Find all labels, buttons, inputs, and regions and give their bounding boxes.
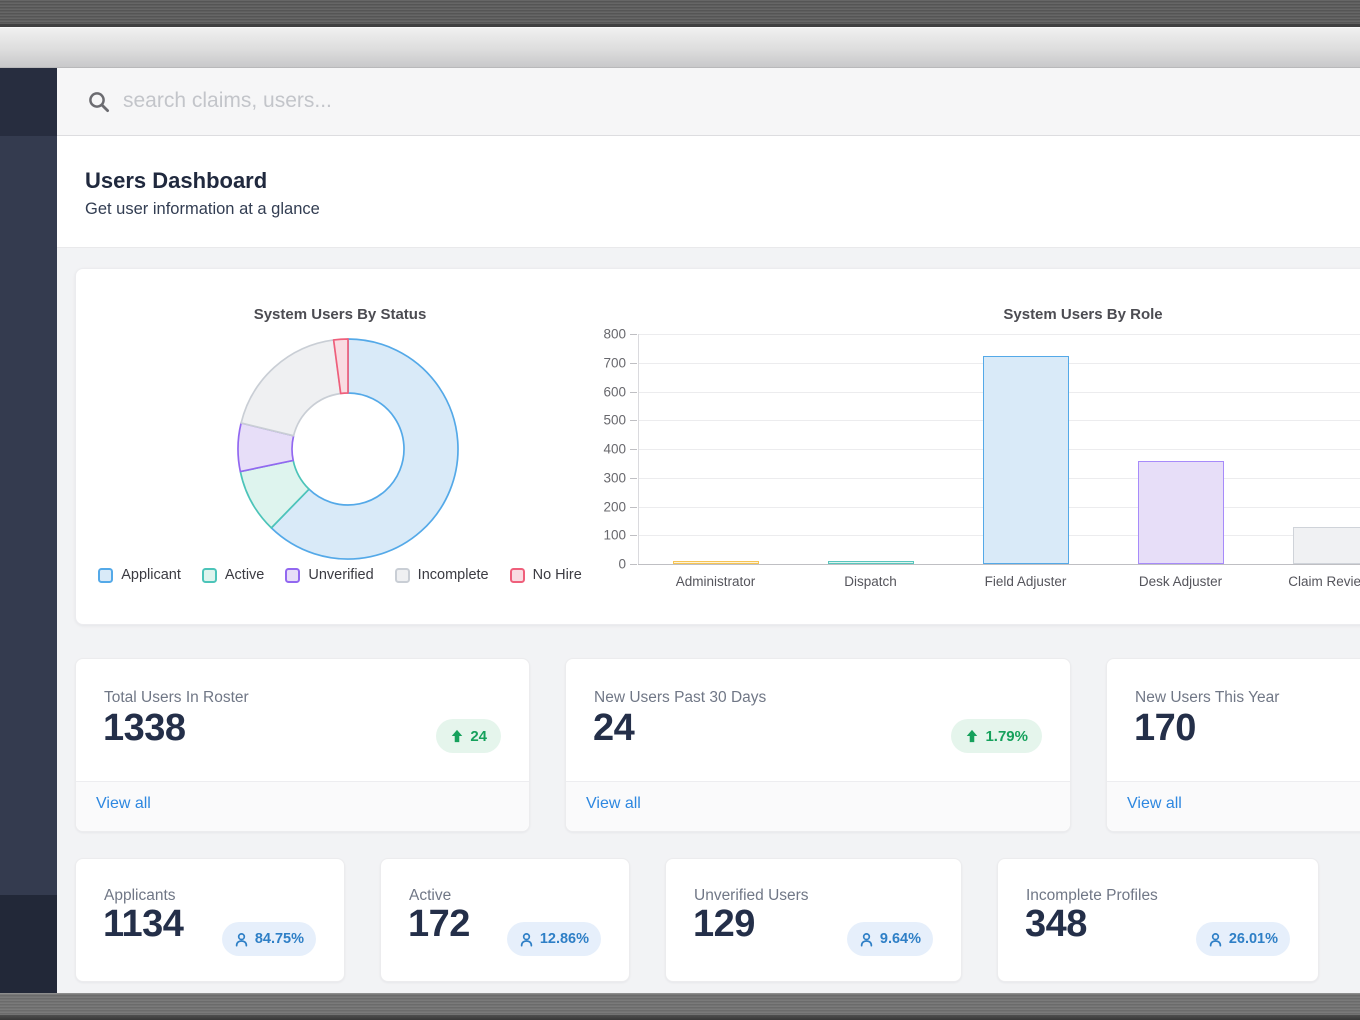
stat-card-total-users: Total Users In Roster 1338 24 View all [75,658,530,832]
x-axis-label: Claim Reviewer [1288,574,1360,589]
stat-card-applicants: Applicants 1134 84.75% [75,858,345,982]
arrow-up-icon [967,729,978,743]
y-axis-label: 400 [603,441,626,457]
user-icon [235,932,248,947]
bar-claim-reviewer [1292,527,1360,564]
y-axis-tick [630,506,637,508]
y-axis-tick [630,535,637,537]
x-axis-label: Administrator [675,574,756,589]
card-footer: View all [1107,781,1360,831]
view-all-link[interactable]: View all [586,795,641,813]
y-axis-tick [630,391,637,393]
stat-value: 170 [1134,707,1196,749]
search-bar [57,68,1360,136]
y-axis-tick [630,420,637,422]
sidebar-nav [0,68,57,993]
y-axis-label: 800 [603,326,626,342]
percent-badge: 84.75% [221,922,316,956]
gridline [638,564,1360,565]
user-icon [1209,932,1222,947]
window-titlebar [0,0,1360,27]
stat-label: Total Users In Roster [104,689,249,706]
stat-label: New Users Past 30 Days [594,689,767,706]
y-axis-label: 200 [603,499,626,514]
bar-administrator [672,561,759,564]
percent-badge: 9.64% [846,922,933,956]
y-axis-line [638,334,639,564]
y-axis-label: 500 [603,412,626,428]
x-axis-label: Desk Adjuster [1138,574,1223,589]
y-axis-tick [630,564,637,565]
page-header: Users Dashboard Get user information at … [57,136,1360,248]
gridline [638,334,1360,335]
stat-card-unverified: Unverified Users 129 9.64% [665,858,962,982]
trend-up-badge: 1.79% [951,719,1042,753]
percent-badge: 12.86% [506,922,601,956]
y-axis-label: 600 [603,384,626,399]
stat-card-active: Active 172 12.86% [380,858,630,982]
x-axis-label: Field Adjuster [984,574,1067,589]
page-title: Users Dashboard [85,168,268,193]
role-bar-chart: 0 100 200 300 400 500 600 700 800 Administrator Di… [76,269,1360,624]
bar-desk-adjuster [1137,461,1224,564]
page: Users Dashboard Get user information at … [0,0,1360,1020]
search-input[interactable] [123,68,1223,134]
y-axis-tick [630,449,637,450]
charts-panel: System Users By Status System Users By R… [75,268,1360,625]
badge-text: 24 [470,727,487,745]
sidebar-footer-block [0,895,57,993]
stat-value: 1134 [103,903,184,945]
badge-text: 84.75% [254,931,304,947]
stat-value: 172 [408,903,470,945]
stat-value: 348 [1025,903,1087,945]
search-icon [89,92,110,113]
badge-text: 12.86% [539,931,589,947]
user-icon [860,932,873,947]
y-axis-label: 0 [618,556,626,572]
badge-text: 1.79% [985,727,1028,745]
y-axis-tick [630,362,637,364]
stat-value: 1338 [103,707,186,749]
view-all-link[interactable]: View all [1127,795,1182,813]
stat-card-incomplete: Incomplete Profiles 348 26.01% [997,858,1319,982]
badge-text: 26.01% [1228,931,1278,947]
card-footer: View all [566,781,1070,831]
stat-card-new-users-30-days: New Users Past 30 Days 24 1.79% View all [565,658,1071,832]
percent-badge: 26.01% [1195,922,1290,956]
browser-chrome-bar [0,27,1360,68]
x-axis-label: Dispatch [844,574,897,589]
arrow-up-icon [452,729,463,743]
page-subtitle: Get user information at a glance [85,200,320,218]
trend-up-badge: 24 [436,719,501,753]
stat-value: 24 [593,707,635,749]
y-axis-label: 100 [603,527,626,543]
stat-label: New Users This Year [1135,689,1280,706]
y-axis-label: 300 [603,470,626,486]
y-axis-label: 700 [603,355,626,371]
taskbar [0,993,1360,1020]
y-axis-tick [630,334,637,335]
bar-field-adjuster [982,355,1069,564]
stat-value: 129 [693,903,755,945]
view-all-link[interactable]: View all [96,795,151,813]
stat-card-new-users-year: New Users This Year 170 View all [1106,658,1360,832]
card-footer: View all [76,781,529,831]
user-icon [520,932,533,947]
y-axis-tick [630,477,637,479]
sidebar-header-block [0,68,57,136]
badge-text: 9.64% [879,931,921,947]
bar-dispatch [827,561,914,564]
